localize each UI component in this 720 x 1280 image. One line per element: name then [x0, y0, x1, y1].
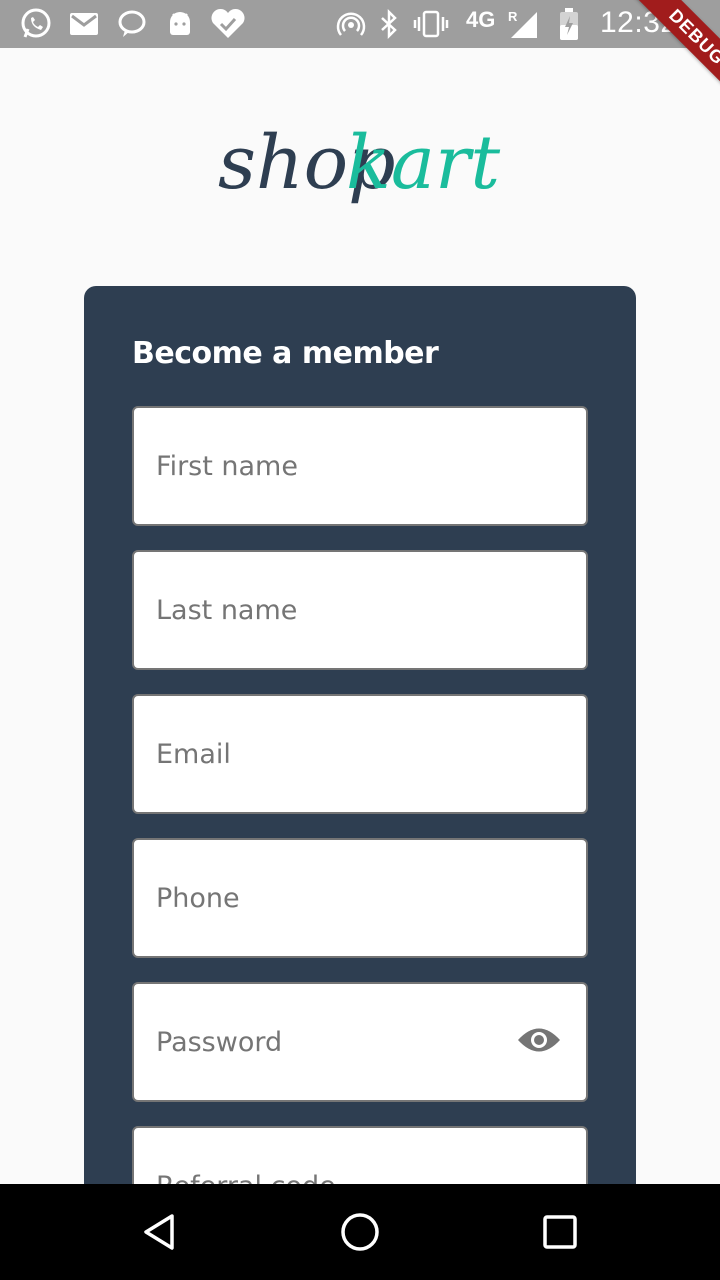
navigation-bar [0, 1184, 720, 1280]
whatsapp-icon [18, 0, 54, 48]
network-type: 4G [466, 7, 496, 32]
show-password-icon[interactable] [516, 1024, 562, 1056]
chat-bubble-icon [116, 0, 148, 48]
hotspot-icon [336, 0, 366, 48]
shopkart-logo: shop kart [0, 108, 720, 248]
email-input[interactable] [156, 696, 496, 812]
status-bar: 4G R 12:32 PM [0, 0, 720, 48]
home-icon[interactable] [336, 1208, 384, 1256]
gmail-icon [68, 0, 100, 48]
email-field[interactable] [132, 694, 588, 814]
password-input[interactable] [156, 984, 496, 1100]
form-title: Become a member [132, 336, 439, 371]
signup-card: Become a member [84, 286, 636, 1246]
vibrate-icon [412, 0, 450, 48]
first-name-input[interactable] [156, 408, 496, 524]
signup-screen: 4G R 12:32 PM DEBUG shop kart Become a m… [0, 0, 720, 1280]
password-field[interactable] [132, 982, 588, 1102]
back-icon[interactable] [136, 1208, 184, 1256]
recents-icon[interactable] [536, 1208, 584, 1256]
bluetooth-icon [378, 0, 400, 48]
first-name-field[interactable] [132, 406, 588, 526]
android-icon [166, 0, 194, 48]
phone-input[interactable] [156, 840, 496, 956]
last-name-input[interactable] [156, 552, 496, 668]
signal-icon [506, 0, 540, 48]
logo-part-kart: kart [346, 120, 500, 206]
battery-icon [556, 0, 582, 48]
heart-check-icon [208, 0, 248, 48]
logo-wordmark: shop kart [218, 120, 500, 206]
last-name-field[interactable] [132, 550, 588, 670]
phone-field[interactable] [132, 838, 588, 958]
